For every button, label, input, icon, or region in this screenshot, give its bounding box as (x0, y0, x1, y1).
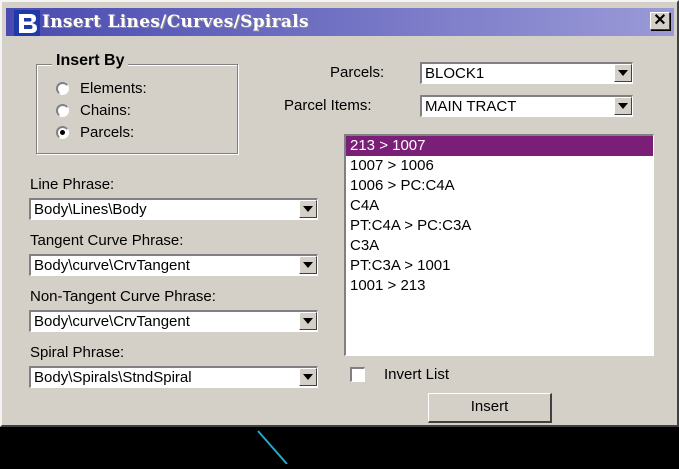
drawing-canvas (257, 430, 288, 465)
list-item[interactable]: C4A (346, 196, 653, 216)
spiral-phrase-label: Spiral Phrase: (30, 344, 125, 361)
tangent-curve-phrase-dropdown-button[interactable] (299, 256, 317, 274)
parcel-items-dropdown[interactable]: MAIN TRACT (420, 95, 633, 117)
parcel-items-dropdown-button[interactable] (614, 97, 632, 115)
parcel-items-label: Parcel Items: (284, 97, 372, 114)
close-button[interactable]: ✕ (650, 12, 670, 30)
tangent-curve-phrase-label: Tangent Curve Phrase: (30, 232, 184, 249)
chevron-down-icon (618, 103, 628, 109)
radio-button-parcels[interactable] (56, 126, 69, 139)
non-tangent-curve-phrase-label: Non-Tangent Curve Phrase: (30, 288, 216, 305)
bentley-b-icon (14, 10, 40, 36)
line-phrase-dropdown-button[interactable] (299, 200, 317, 218)
insert-button[interactable]: Insert (428, 393, 552, 423)
non-tangent-curve-phrase-dropdown-button[interactable] (299, 312, 317, 330)
list-item[interactable]: 1006 > PC:C4A (346, 176, 653, 196)
line-phrase-value: Body\Lines\Body (34, 201, 147, 218)
list-item[interactable]: C3A (346, 236, 653, 256)
chevron-down-icon (618, 70, 628, 76)
radio-label-chains: Chains: (80, 102, 131, 119)
radio-label-parcels: Parcels: (80, 124, 135, 141)
tangent-curve-phrase-dropdown[interactable]: Body\curve\CrvTangent (29, 254, 318, 276)
close-icon: ✕ (653, 12, 667, 29)
insert-lines-dialog: Insert Lines/Curves/Spirals ✕ Insert By … (0, 0, 679, 427)
non-tangent-curve-phrase-value: Body\curve\CrvTangent (34, 313, 190, 330)
non-tangent-curve-phrase-dropdown[interactable]: Body\curve\CrvTangent (29, 310, 318, 332)
parcels-value: BLOCK1 (425, 65, 485, 82)
list-item[interactable]: 1007 > 1006 (346, 156, 653, 176)
parcels-label: Parcels: (330, 64, 385, 81)
chevron-down-icon (303, 262, 313, 268)
line-phrase-label: Line Phrase: (30, 176, 115, 193)
radio-button-elements[interactable] (56, 82, 69, 95)
drawn-line-segment (257, 430, 288, 465)
insert-by-legend: Insert By (52, 52, 129, 70)
list-item[interactable]: PT:C4A > PC:C3A (346, 216, 653, 236)
cad-view-area[interactable] (0, 427, 679, 465)
chevron-down-icon (303, 206, 313, 212)
parcel-items-list[interactable]: 213 > 1007 1007 > 1006 1006 > PC:C4A C4A… (344, 134, 654, 356)
radio-button-chains[interactable] (56, 104, 69, 117)
title-bar[interactable]: Insert Lines/Curves/Spirals ✕ (6, 8, 674, 36)
invert-list-label: Invert List (384, 366, 450, 383)
parcels-dropdown-button[interactable] (614, 64, 632, 82)
line-phrase-dropdown[interactable]: Body\Lines\Body (29, 198, 318, 220)
window-title: Insert Lines/Curves/Spirals (42, 12, 309, 32)
parcel-items-value: MAIN TRACT (425, 98, 517, 115)
spiral-phrase-value: Body\Spirals\StndSpiral (34, 369, 192, 386)
chevron-down-icon (303, 318, 313, 324)
tangent-curve-phrase-value: Body\curve\CrvTangent (34, 257, 190, 274)
list-item[interactable]: 213 > 1007 (346, 136, 653, 156)
radio-selected-dot (60, 130, 65, 135)
invert-list-checkbox[interactable] (350, 367, 365, 382)
list-item[interactable]: PT:C3A > 1001 (346, 256, 653, 276)
spiral-phrase-dropdown-button[interactable] (299, 368, 317, 386)
spiral-phrase-dropdown[interactable]: Body\Spirals\StndSpiral (29, 366, 318, 388)
list-item[interactable]: 1001 > 213 (346, 276, 653, 296)
radio-label-elements: Elements: (80, 80, 147, 97)
chevron-down-icon (303, 374, 313, 380)
parcels-dropdown[interactable]: BLOCK1 (420, 62, 633, 84)
